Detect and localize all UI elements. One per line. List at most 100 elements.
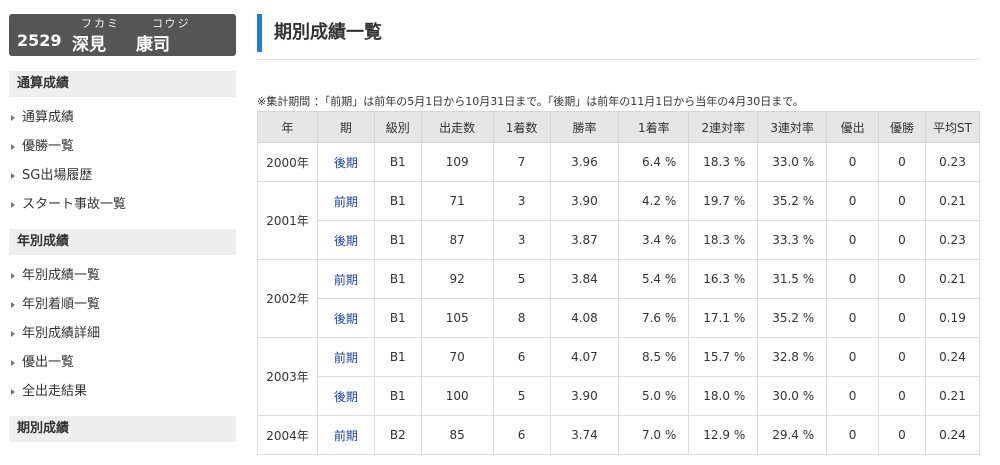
chevron-right-icon xyxy=(11,360,15,366)
starts-cell: 85 xyxy=(420,415,494,455)
wins-cell: 7 xyxy=(492,142,551,182)
starts-cell: 105 xyxy=(420,298,494,338)
term-link[interactable]: 後期 xyxy=(316,220,375,260)
wins-cell: 5 xyxy=(492,259,551,299)
column-header: 1着率 xyxy=(618,111,690,143)
starts-cell: 92 xyxy=(420,259,494,299)
sidebar-item-label: 優勝一覧 xyxy=(22,139,75,154)
starts-cell: 71 xyxy=(420,181,494,221)
column-header: 勝率 xyxy=(549,111,620,143)
sidebar-section-title: 年別成績 xyxy=(9,229,236,255)
term-link[interactable]: 後期 xyxy=(316,142,375,182)
sidebar-item-sg-history[interactable]: SG出場履歴 xyxy=(9,161,236,190)
column-header: 3連対率 xyxy=(757,111,828,143)
column-header: 期 xyxy=(316,111,375,143)
third-rate-cell: 35.2 % xyxy=(757,181,828,221)
second-rate-cell: 18.3 % xyxy=(688,220,759,260)
win-rate-cell: 3.74 xyxy=(549,415,620,455)
term-link[interactable]: 前期 xyxy=(316,415,375,455)
term-link[interactable]: 後期 xyxy=(316,376,375,416)
sidebar-item-label: 年別成績一覧 xyxy=(22,268,101,283)
sidebar-item-victory-list[interactable]: 優勝一覧 xyxy=(9,132,236,161)
starts-cell: 70 xyxy=(420,337,494,377)
sidebar-item-start-accidents[interactable]: スタート事故一覧 xyxy=(9,190,236,219)
chevron-right-icon xyxy=(11,273,15,279)
sidebar-section-yearly: 年別成績 年別成績一覧 年別着順一覧 年別成績詳細 優出一覧 全出走結果 xyxy=(9,229,236,416)
finals-cell: 0 xyxy=(826,259,880,299)
victories-cell: 0 xyxy=(878,298,926,338)
third-rate-cell: 33.3 % xyxy=(757,220,828,260)
sidebar-section-total: 通算成績 通算成績 優勝一覧 SG出場履歴 スタート事故一覧 xyxy=(9,71,236,229)
third-rate-cell: 29.4 % xyxy=(757,415,828,455)
sidebar-item-yearly-results[interactable]: 年別成績一覧 xyxy=(9,261,236,290)
victories-cell: 0 xyxy=(878,181,926,221)
finals-cell: 0 xyxy=(826,415,880,455)
wins-cell: 3 xyxy=(492,220,551,260)
class-cell: B1 xyxy=(373,376,422,416)
chevron-right-icon xyxy=(11,144,15,150)
main-content: 期別成績一覧 ※集計期間 ：「前期」は前年の5月1日から10月31日まで。「後期… xyxy=(257,14,981,455)
term-link[interactable]: 前期 xyxy=(316,259,375,299)
avg-st-cell: 0.24 xyxy=(924,415,981,455)
second-rate-cell: 16.3 % xyxy=(688,259,759,299)
victories-cell: 0 xyxy=(878,376,926,416)
class-cell: B1 xyxy=(373,259,422,299)
win-rate-cell: 3.96 xyxy=(549,142,620,182)
sidebar-section-title: 通算成績 xyxy=(9,71,236,97)
finals-cell: 0 xyxy=(826,181,880,221)
racer-given-name: 康司 xyxy=(136,35,170,55)
finals-cell: 0 xyxy=(826,220,880,260)
victories-cell: 0 xyxy=(878,337,926,377)
sidebar-section-term: 期別成績 xyxy=(9,416,236,442)
second-rate-cell: 17.1 % xyxy=(688,298,759,338)
chevron-right-icon xyxy=(11,331,15,337)
finals-cell: 0 xyxy=(826,298,880,338)
avg-st-cell: 0.23 xyxy=(924,142,981,182)
first-rate-cell: 4.2 % xyxy=(618,181,690,221)
column-header: 優出 xyxy=(826,111,880,143)
term-link[interactable]: 後期 xyxy=(316,298,375,338)
column-header: 平均ST xyxy=(924,111,981,143)
avg-st-cell: 0.21 xyxy=(924,259,981,299)
second-rate-cell: 18.0 % xyxy=(688,376,759,416)
sidebar-item-finals-list[interactable]: 優出一覧 xyxy=(9,348,236,377)
column-header: 級別 xyxy=(373,111,422,143)
sidebar-item-yearly-details[interactable]: 年別成績詳細 xyxy=(9,319,236,348)
racer-family-name: 深見 xyxy=(72,35,106,55)
win-rate-cell: 3.90 xyxy=(549,181,620,221)
racer-given-ruby: コウジ xyxy=(152,17,191,30)
column-header: 出走数 xyxy=(420,111,494,143)
title-divider xyxy=(257,59,980,60)
table-row: 2004年 前期 B2 85 6 3.74 7.0 % 12.9 % 29.4 … xyxy=(257,415,981,455)
year-cell: 2004年 xyxy=(257,415,318,455)
year-cell: 2003年 xyxy=(257,337,318,416)
sidebar-item-label: SG出場履歴 xyxy=(22,168,93,183)
table-row: 2000年 後期 B1 109 7 3.96 6.4 % 18.3 % 33.0… xyxy=(257,142,981,182)
first-rate-cell: 6.4 % xyxy=(618,142,690,182)
win-rate-cell: 3.90 xyxy=(549,376,620,416)
win-rate-cell: 4.08 xyxy=(549,298,620,338)
finals-cell: 0 xyxy=(826,142,880,182)
third-rate-cell: 32.8 % xyxy=(757,337,828,377)
class-cell: B1 xyxy=(373,337,422,377)
term-link[interactable]: 前期 xyxy=(316,337,375,377)
sidebar-item-label: 全出走結果 xyxy=(22,384,88,399)
first-rate-cell: 5.0 % xyxy=(618,376,690,416)
column-header: 2連対率 xyxy=(688,111,759,143)
sidebar-item-yearly-placings[interactable]: 年別着順一覧 xyxy=(9,290,236,319)
sidebar-item-label: 優出一覧 xyxy=(22,355,75,370)
first-rate-cell: 8.5 % xyxy=(618,337,690,377)
starts-cell: 100 xyxy=(420,376,494,416)
second-rate-cell: 12.9 % xyxy=(688,415,759,455)
term-link[interactable]: 前期 xyxy=(316,181,375,221)
sidebar-section-title: 期別成績 xyxy=(9,416,236,442)
racer-name-box: フカミ コウジ 2529 深見 康司 xyxy=(9,14,236,56)
avg-st-cell: 0.21 xyxy=(924,376,981,416)
wins-cell: 8 xyxy=(492,298,551,338)
starts-cell: 109 xyxy=(420,142,494,182)
sidebar-item-total-results[interactable]: 通算成績 xyxy=(9,103,236,132)
avg-st-cell: 0.19 xyxy=(924,298,981,338)
term-results-table: 年 期 級別 出走数 1着数 勝率 1着率 2連対率 3連対率 優出 優勝 平均… xyxy=(257,111,981,455)
sidebar-item-all-races[interactable]: 全出走結果 xyxy=(9,377,236,406)
chevron-right-icon xyxy=(11,115,15,121)
